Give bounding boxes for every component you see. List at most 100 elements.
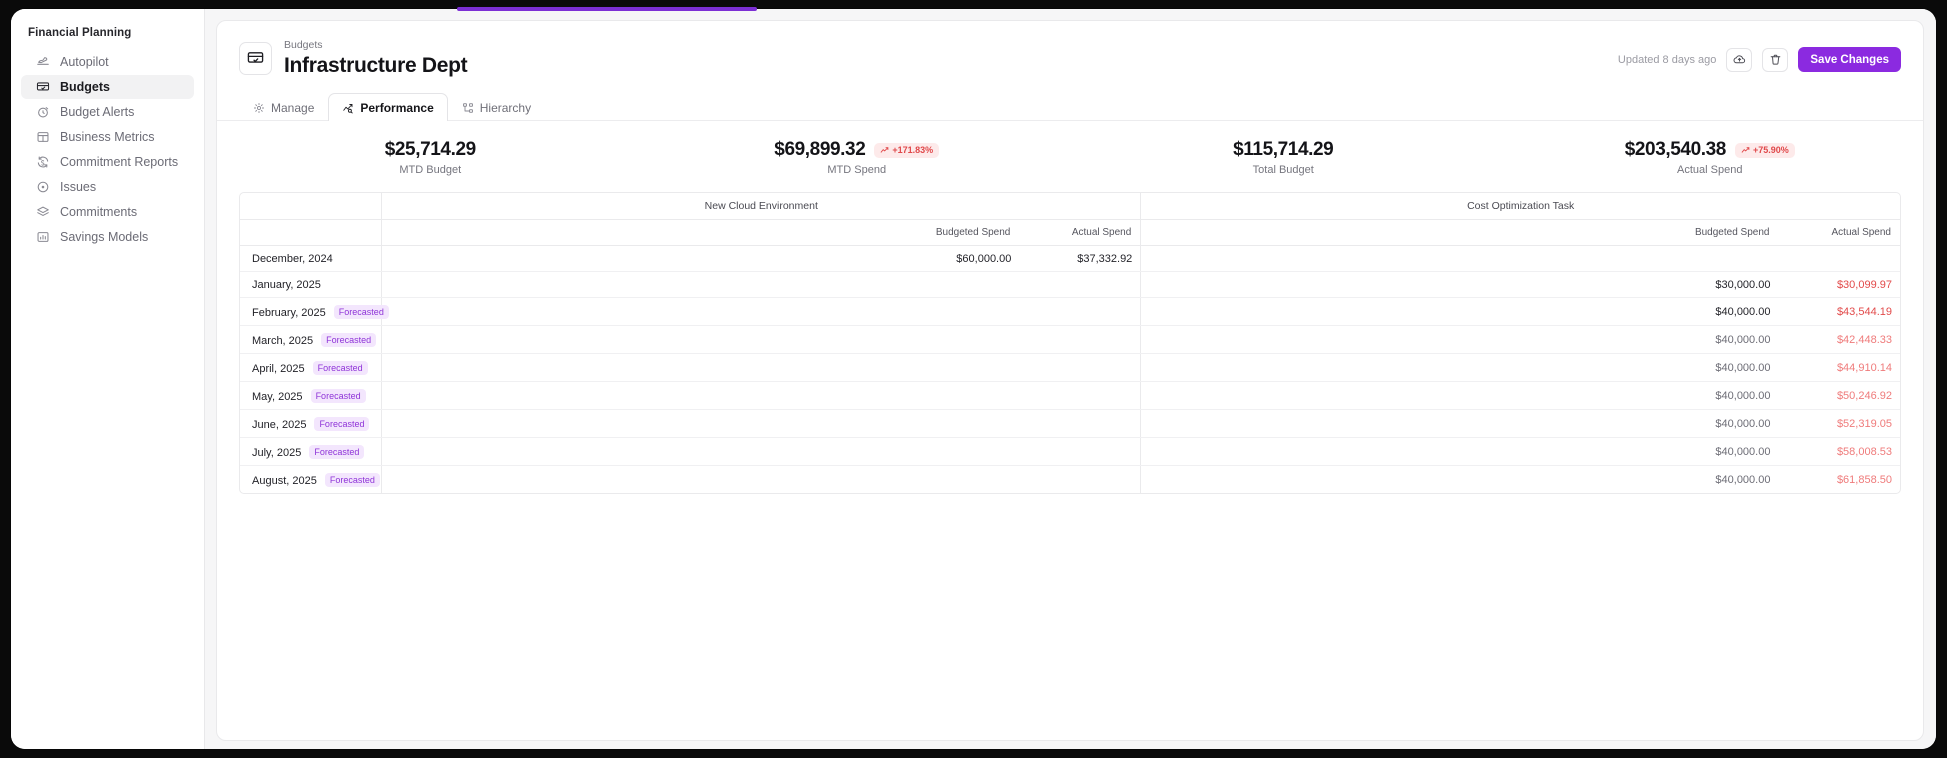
cell-budgeted-spend: [887, 409, 1020, 438]
sidebar-item-label: Autopilot: [60, 55, 109, 69]
column-header-actual-spend: Actual Spend: [1019, 219, 1141, 246]
table-row[interactable]: July, 2025 Forecasted $40,000.00 $58,008.53: [240, 437, 1900, 466]
table-row[interactable]: August, 2025 Forecasted $40,000.00 $61,858.…: [240, 465, 1900, 494]
sidebar-item-autopilot[interactable]: Autopilot: [21, 50, 194, 74]
trash-icon-button[interactable]: [1762, 47, 1789, 72]
stat-top: $69,899.32 +171.83%: [644, 139, 1071, 161]
group2-spacer-cell: [1140, 297, 1647, 326]
row-month-cell: February, 2025 Forecasted: [240, 297, 389, 326]
sidebar-item-business-metrics[interactable]: Business Metrics: [21, 125, 194, 149]
stat-top: $115,714.29: [1070, 139, 1497, 161]
table-corner-cell: [240, 219, 382, 246]
performance-table: New Cloud Environment Cost Optimization T…: [240, 193, 1900, 493]
row-month-label: May, 2025: [252, 390, 303, 403]
layers-icon: [35, 205, 50, 220]
row-month-label: July, 2025: [252, 446, 302, 459]
top-accent-bar: [457, 7, 757, 11]
cell-actual-spend: $30,099.97: [1778, 271, 1900, 298]
group2-spacer-cell: [1140, 381, 1647, 410]
stat-card: $69,899.32 +171.83% MTD Spend: [644, 139, 1071, 176]
row-month-cell: January, 2025: [240, 271, 382, 298]
cell-actual-spend: $43,544.19: [1778, 297, 1900, 326]
sidebar-nav-list: Autopilot Budgets Budget Alerts Business Me…: [11, 50, 204, 249]
table-row[interactable]: January, 2025 $30,000.00 $30,099.97: [240, 271, 1900, 298]
forecasted-badge: Forecasted: [324, 472, 380, 487]
sidebar-item-budgets[interactable]: Budgets: [21, 75, 194, 99]
row-month-cell: May, 2025 Forecasted: [240, 381, 382, 410]
cell-budgeted-spend: [887, 381, 1020, 410]
spacer-header: [1140, 219, 1647, 246]
spacer-header: [381, 219, 888, 246]
cell-actual-spend: $42,448.33: [1778, 325, 1900, 354]
group1-spacer-cell: [381, 465, 888, 493]
budget-icon: [239, 42, 272, 75]
sidebar-item-label: Commitment Reports: [60, 155, 179, 169]
sidebar-item-commitment-reports[interactable]: Commitment Reports: [21, 150, 194, 174]
row-month-cell: August, 2025 Forecasted: [240, 466, 382, 494]
table-row[interactable]: March, 2025 Forecasted $40,000.00 $42,448.3…: [240, 325, 1900, 354]
cell-actual-spend: $37,332.92: [1019, 245, 1141, 272]
stat-label: Total Budget: [1252, 164, 1314, 176]
group1-spacer-cell: [381, 353, 888, 382]
row-month-label: June, 2025: [252, 418, 307, 431]
sidebar-item-budget-alerts[interactable]: Budget Alerts: [21, 100, 194, 124]
group2-spacer-cell: [1140, 353, 1647, 382]
forecasted-badge: Forecasted: [314, 416, 370, 431]
cell-budgeted-spend: $40,000.00: [1715, 473, 1771, 486]
table-row[interactable]: June, 2025 Forecasted $40,000.00 $52,319.05: [240, 409, 1900, 438]
breadcrumb[interactable]: Budgets: [284, 39, 467, 52]
stat-label: MTD Spend: [827, 164, 887, 176]
row-month-label: December, 2024: [252, 252, 333, 265]
gear-icon: [253, 102, 265, 114]
stat-value: $203,540.38: [1624, 139, 1727, 160]
cell-budgeted-spend: [887, 297, 1020, 326]
stat-card: $203,540.38 +75.90% Actual Spend: [1497, 139, 1924, 176]
trend-icon: [342, 102, 354, 114]
row-month-label: January, 2025: [252, 278, 321, 291]
tab-hierarchy[interactable]: Hierarchy: [448, 93, 545, 121]
sidebar-item-label: Commitments: [60, 205, 138, 219]
row-month-label: April, 2025: [252, 362, 305, 375]
table-row[interactable]: May, 2025 Forecasted $40,000.00 $50,246.92: [240, 381, 1900, 410]
page-title: Infrastructure Dept: [284, 54, 468, 77]
refresh-s-icon: [35, 155, 50, 170]
cell-budgeted-spend: [887, 325, 1020, 354]
plane-icon: [35, 55, 50, 70]
stat-label: MTD Budget: [399, 164, 462, 176]
save-changes-button[interactable]: Save Changes: [1798, 47, 1901, 72]
trend-up-icon: [1741, 146, 1750, 155]
cell-budgeted-spend: $40,000.00: [1646, 381, 1779, 410]
forecasted-badge: Forecasted: [309, 444, 365, 459]
sidebar-item-commitments[interactable]: Commitments: [21, 200, 194, 224]
table-body: December, 2024 $60,000.00 $37,332.92 Januar…: [240, 245, 1900, 494]
sidebar-item-issues[interactable]: Issues: [21, 175, 194, 199]
forecasted-badge: Forecasted: [312, 360, 368, 375]
group2-spacer-cell: [1140, 271, 1647, 298]
group1-spacer-cell: [381, 271, 888, 298]
table-row[interactable]: February, 2025 Forecasted $40,000.00 $43,54…: [240, 297, 1900, 326]
row-month-cell: July, 2025 Forecasted: [240, 437, 382, 466]
group1-spacer-cell: [381, 245, 888, 272]
cell-actual-spend: [1019, 437, 1141, 466]
cloud-upload-icon-button[interactable]: [1726, 47, 1753, 72]
row-month-cell: April, 2025 Forecasted: [240, 353, 382, 382]
group2-spacer-cell: [1140, 465, 1647, 493]
table-row[interactable]: April, 2025 Forecasted $40,000.00 $44,910.1…: [240, 353, 1900, 382]
tab-manage[interactable]: Manage: [239, 93, 328, 121]
cell-actual-spend: $50,246.92: [1778, 381, 1900, 410]
column-group-header: Cost Optimization Task: [1140, 193, 1900, 220]
cell-actual-spend: $58,008.53: [1778, 437, 1900, 466]
group1-spacer-cell: [381, 325, 888, 354]
status-badge: +171.83%: [874, 142, 940, 158]
stat-badge-text: +171.83%: [892, 145, 934, 155]
screen: Financial Planning Autopilot Budgets Budge…: [0, 0, 1947, 758]
table-subheader-row: Budgeted Spend Actual Spend Budgeted Spend…: [240, 219, 1900, 246]
table-row[interactable]: December, 2024 $60,000.00 $37,332.92: [240, 245, 1900, 272]
sidebar-section-title: Financial Planning: [28, 27, 132, 39]
sidebar-item-savings-models[interactable]: Savings Models: [21, 225, 194, 249]
tab-performance[interactable]: Performance: [328, 93, 448, 121]
cell-budgeted-spend: [887, 353, 1020, 382]
stats-row: $25,714.29 MTD Budget $69,899.32 +171.83% MT…: [217, 121, 1923, 192]
group1-spacer-cell: [381, 437, 888, 466]
cell-budgeted-spend: $60,000.00: [887, 245, 1020, 272]
